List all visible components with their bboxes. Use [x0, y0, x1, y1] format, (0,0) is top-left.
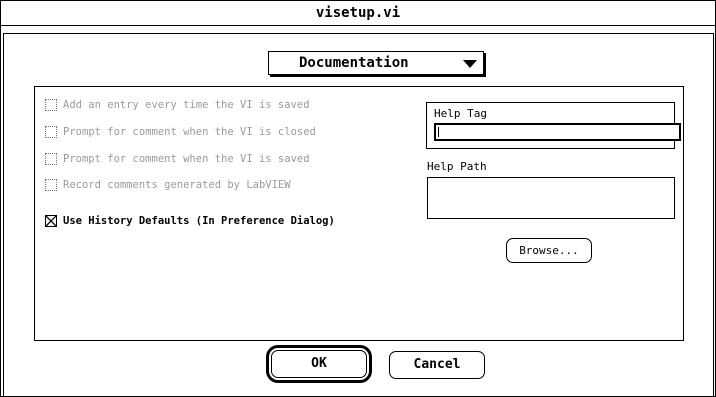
help-tag-input[interactable]	[434, 123, 681, 141]
checkbox-label: Use History Defaults (In Preference Dial…	[63, 215, 335, 227]
documentation-panel: Add an entry every time the VI is saved …	[34, 86, 684, 341]
checkbox-box[interactable]	[45, 215, 57, 227]
help-tag-group: Help Tag	[426, 102, 681, 149]
checkbox-label: Prompt for comment when the VI is saved	[63, 153, 310, 165]
help-path-input[interactable]	[427, 177, 675, 219]
checkbox-label: Record comments generated by LabVIEW	[63, 179, 291, 191]
dialog-window: visetup.vi Documentation Add an entry ev…	[0, 0, 716, 397]
help-path-label: Help Path	[427, 160, 487, 173]
category-popup-menu[interactable]: Documentation	[268, 51, 484, 75]
category-popup-label: Documentation	[299, 55, 409, 71]
window-title: visetup.vi	[315, 5, 401, 21]
title-divider	[1, 25, 715, 26]
checkbox-box[interactable]	[45, 126, 57, 138]
checkmark-x-icon	[46, 216, 56, 226]
browse-button[interactable]: Browse...	[506, 238, 592, 263]
help-tag-label: Help Tag	[434, 107, 487, 120]
triangle-down-icon	[463, 60, 477, 68]
ok-button[interactable]: OK	[271, 350, 367, 378]
checkbox-label: Add an entry every time the VI is saved	[63, 99, 310, 111]
checkbox-box[interactable]	[45, 153, 57, 165]
cancel-button[interactable]: Cancel	[389, 351, 485, 379]
checkbox-label: Prompt for comment when the VI is closed	[63, 126, 316, 138]
checkbox-box[interactable]	[45, 179, 57, 191]
checkbox-box[interactable]	[45, 99, 57, 111]
